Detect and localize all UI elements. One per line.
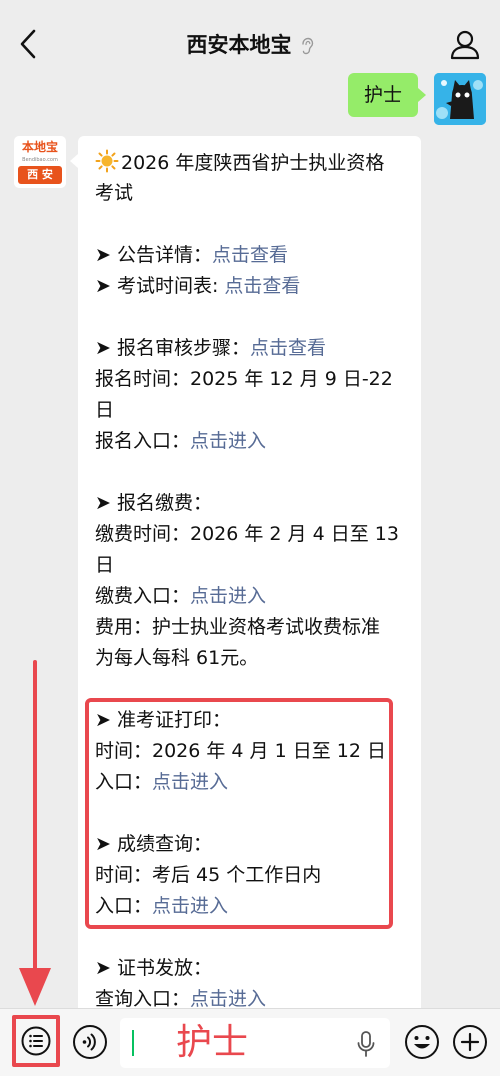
fee-entry-label: 缴费入口： <box>95 585 191 607</box>
mic-icon[interactable] <box>356 1030 376 1058</box>
outgoing-message-bubble[interactable]: 护士 <box>348 73 426 117</box>
avatar-city-badge: 西 安 <box>18 166 62 184</box>
message-title-line-1: 2026 年度陕西省护士执业资格 <box>95 148 384 179</box>
announcement-row: ➤ 公告详情：点击查看 <box>95 240 288 271</box>
announcement-link[interactable]: 点击查看 <box>212 244 288 266</box>
fee-entry-row: 缴费入口：点击进入 <box>95 581 266 612</box>
registration-time-line-1: 报名时间：2025 年 12 月 9 日-22 <box>95 368 393 390</box>
certificate-entry-link[interactable]: 点击进入 <box>190 988 266 1010</box>
outgoing-message-text: 护士 <box>363 84 402 106</box>
registration-entry-link[interactable]: 点击进入 <box>190 430 266 452</box>
menu-icon <box>21 1026 51 1056</box>
fee-note-line-2: 为每人每科 61元。 <box>95 647 259 669</box>
top-bar: 西安本地宝 <box>0 0 500 90</box>
fee-time-line-2: 日 <box>95 554 115 576</box>
registration-entry-row: 报名入口：点击进入 <box>95 426 266 457</box>
page-title: 西安本地宝 <box>186 33 292 57</box>
schedule-label: ➤ 考试时间表: <box>95 275 225 297</box>
account-avatar[interactable]: 本地宝 Bendibao.com 西 安 <box>14 136 66 188</box>
review-link[interactable]: 点击查看 <box>250 337 326 359</box>
schedule-link[interactable]: 点击查看 <box>224 275 300 297</box>
certificate-heading: ➤ 证书发放： <box>95 957 212 979</box>
emoji-icon[interactable] <box>404 1024 440 1060</box>
avatar-image <box>434 73 486 125</box>
input-overlay-text: 护士 <box>176 1022 249 1063</box>
text-caret <box>132 1030 134 1056</box>
page-title-wrap: 西安本地宝 <box>0 30 500 60</box>
menu-button[interactable] <box>12 1015 60 1067</box>
fee-entry-link[interactable]: 点击进入 <box>190 585 266 607</box>
avatar-logo-subtext: Bendibao.com <box>22 157 58 163</box>
message-title: 2026 年度陕西省护士执业资格 <box>121 152 385 174</box>
fee-time-line-1: 缴费时间：2026 年 2 月 4 日至 13 <box>95 523 399 545</box>
highlight-box <box>85 698 393 929</box>
registration-entry-label: 报名入口： <box>95 430 191 452</box>
my-avatar[interactable] <box>434 73 486 125</box>
message-input[interactable]: 护士 <box>120 1018 390 1068</box>
voice-icon[interactable] <box>72 1024 108 1060</box>
ear-icon <box>301 37 313 55</box>
fee-heading: ➤ 报名缴费： <box>95 492 212 514</box>
sun-icon <box>95 149 119 173</box>
plus-icon[interactable] <box>452 1024 488 1060</box>
certificate-entry-label: 查询入口： <box>95 988 191 1010</box>
announcement-label: ➤ 公告详情： <box>95 244 212 266</box>
registration-time-line-2: 日 <box>95 399 115 421</box>
review-label: ➤ 报名审核步骤： <box>95 337 250 359</box>
schedule-row: ➤ 考试时间表: 点击查看 <box>95 271 300 302</box>
avatar-logo-text: 本地宝 <box>21 140 58 154</box>
profile-icon[interactable] <box>449 28 481 60</box>
fee-note-line-1: 费用：护士执业资格考试收费标准 <box>95 616 381 638</box>
review-row: ➤ 报名审核步骤：点击查看 <box>95 333 326 364</box>
message-title-line-2: 考试 <box>95 182 134 204</box>
